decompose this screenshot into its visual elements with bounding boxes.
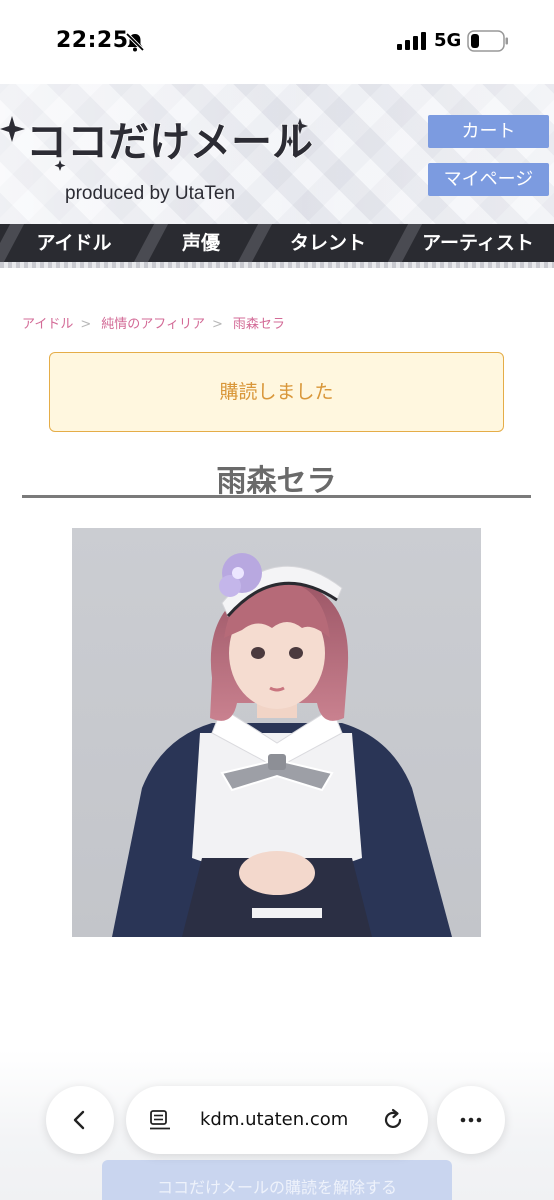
reader-mode-icon[interactable] xyxy=(148,1108,172,1132)
more-button[interactable] xyxy=(437,1086,505,1154)
logo-wordmark: ココだけメール xyxy=(26,118,313,166)
mypage-button[interactable]: マイページ xyxy=(428,163,549,196)
nav-item-talent[interactable]: タレント xyxy=(262,224,394,262)
signal-bars-icon xyxy=(397,32,426,50)
browser-toolbar: kdm.utaten.com xyxy=(0,1080,554,1160)
cart-button[interactable]: カート xyxy=(428,115,549,148)
more-icon xyxy=(460,1117,482,1123)
category-nav: アイドル 声優 タレント アーティスト xyxy=(0,224,554,262)
status-time: 22:25 xyxy=(56,28,129,53)
breadcrumb-link-idol[interactable]: アイドル xyxy=(22,317,73,332)
network-label: 5G xyxy=(434,30,462,51)
profile-photo-illustration xyxy=(72,528,481,937)
url-text: kdm.utaten.com xyxy=(200,1109,349,1130)
back-icon xyxy=(73,1110,85,1130)
breadcrumb-separator: > xyxy=(80,317,92,332)
back-button[interactable] xyxy=(46,1086,114,1154)
subscription-notice: 購読しました xyxy=(49,352,504,432)
breadcrumb-separator: > xyxy=(212,317,223,332)
site-logo[interactable]: ココだけメール produced by UtaTen xyxy=(0,98,320,218)
status-bar: 22:25 5G xyxy=(0,0,554,84)
site-header: ココだけメール produced by UtaTen カート マイページ xyxy=(0,84,554,224)
page-title: 雨森セラ xyxy=(216,464,337,499)
nav-decorative-strip xyxy=(0,262,554,268)
reload-icon[interactable] xyxy=(380,1107,406,1133)
breadcrumb: アイドル > 純情のアフィリア > 雨森セラ xyxy=(22,313,285,332)
nav-item-voice-actor[interactable]: 声優 xyxy=(156,224,246,262)
breadcrumb-link-group[interactable]: 純情のアフィリア xyxy=(101,317,205,332)
logo-subtext: produced by UtaTen xyxy=(65,183,235,204)
breadcrumb-current: 雨森セラ xyxy=(232,317,285,332)
profile-photo xyxy=(72,528,481,937)
battery-icon xyxy=(467,30,508,52)
unsubscribe-button[interactable]: ココだけメールの購読を解除する xyxy=(102,1160,452,1200)
nav-item-idol[interactable]: アイドル xyxy=(18,224,130,262)
address-bar[interactable]: kdm.utaten.com xyxy=(126,1086,428,1154)
nav-item-artist[interactable]: アーティスト xyxy=(412,224,544,262)
title-underline xyxy=(22,495,531,498)
silent-bell-icon xyxy=(125,32,145,52)
